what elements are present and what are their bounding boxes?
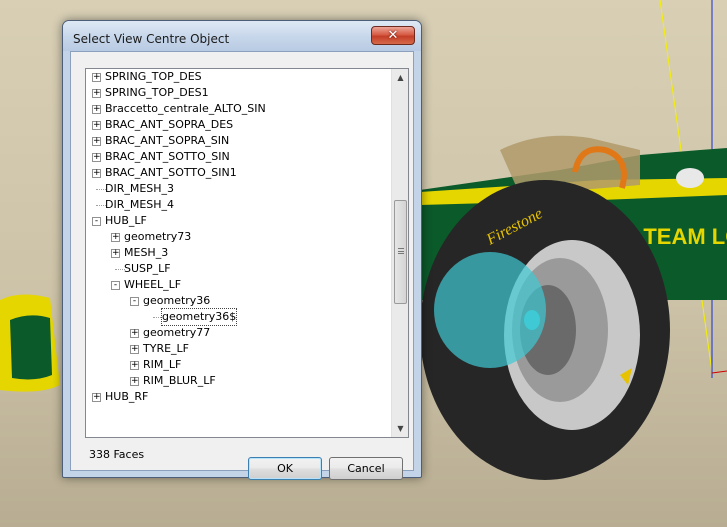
tree-item[interactable]: + MESH_3 [86, 245, 392, 261]
nose-green [10, 315, 52, 380]
tree-item[interactable]: + geometry77 [86, 325, 392, 341]
tree-item-label: BRAC_ANT_SOPRA_SIN [105, 134, 230, 147]
tree-item[interactable]: + BRAC_ANT_SOPRA_SIN [86, 133, 392, 149]
expand-icon[interactable]: + [92, 89, 101, 98]
scroll-up-button[interactable]: ▲ [392, 69, 408, 86]
tree-item-label: TYRE_LF [143, 342, 189, 355]
tree-item[interactable]: + BRAC_ANT_SOPRA_DES [86, 117, 392, 133]
expand-icon[interactable]: + [92, 153, 101, 162]
scroll-down-button[interactable]: ▼ [392, 420, 408, 437]
tree-item[interactable]: DIR_MESH_3 [86, 181, 392, 197]
expand-icon[interactable]: + [92, 137, 101, 146]
tree-item-label: HUB_LF [105, 214, 147, 227]
tree-item[interactable]: - HUB_LF [86, 213, 392, 229]
tree-item-label: SPRING_TOP_DES1 [105, 86, 209, 99]
sponsor-text: -TEAM LO [636, 224, 727, 249]
tree-item[interactable]: + Braccetto_centrale_ALTO_SIN [86, 101, 392, 117]
grip-icon [398, 248, 404, 254]
dialog-client-area: + SPRING_TOP_DES + SPRING_TOP_DES1 + Braccett… [70, 51, 414, 480]
axis-line-red [711, 370, 727, 374]
expand-icon[interactable]: + [92, 105, 101, 114]
collapse-icon[interactable]: - [130, 297, 139, 306]
ok-button[interactable]: OK [248, 457, 322, 480]
face-count: 338 Faces [89, 448, 145, 461]
mirror [676, 168, 704, 188]
expand-icon[interactable]: + [130, 329, 139, 338]
tree-item-label: DIR_MESH_4 [105, 198, 175, 211]
tree-item[interactable]: + BRAC_ANT_SOTTO_SIN [86, 149, 392, 165]
expand-icon[interactable]: + [130, 361, 139, 370]
expand-icon[interactable]: + [92, 121, 101, 130]
tree-item-label: BRAC_ANT_SOTTO_SIN1 [105, 166, 237, 179]
tree-items-container: + SPRING_TOP_DES + SPRING_TOP_DES1 + Braccett… [86, 69, 392, 437]
title-bar[interactable]: Select View Centre Object ✕ [63, 21, 421, 51]
tree-item-label: geometry36$ [160, 308, 238, 326]
tree-item-label: WHEEL_LF [124, 278, 182, 291]
close-button[interactable]: ✕ [371, 26, 415, 45]
tree-item[interactable]: + SPRING_TOP_DES1 [86, 85, 392, 101]
tree-item-label: geometry77 [143, 326, 211, 339]
expand-icon[interactable]: + [130, 345, 139, 354]
tree-item[interactable]: + RIM_LF [86, 357, 392, 373]
tree-item-label: SPRING_TOP_DES [105, 70, 202, 83]
expand-icon[interactable]: + [92, 73, 101, 82]
tree-item[interactable]: + RIM_BLUR_LF [86, 373, 392, 389]
tree-item-label: DIR_MESH_3 [105, 182, 175, 195]
tree-item-label: Braccetto_centrale_ALTO_SIN [105, 102, 266, 115]
tree-item-label: BRAC_ANT_SOPRA_DES [105, 118, 234, 131]
select-view-centre-dialog: Select View Centre Object ✕ + SPRING_TOP_… [62, 20, 422, 480]
tree-item-label: RIM_LF [143, 358, 182, 371]
tree-item-label: RIM_BLUR_LF [143, 374, 216, 387]
tree-item[interactable]: + geometry73 [86, 229, 392, 245]
collapse-icon[interactable]: - [111, 281, 120, 290]
tree-item-label: BRAC_ANT_SOTTO_SIN [105, 150, 230, 163]
object-tree[interactable]: + SPRING_TOP_DES + SPRING_TOP_DES1 + Braccett… [85, 68, 409, 438]
expand-icon[interactable]: + [130, 377, 139, 386]
tree-item-label: geometry36 [143, 294, 211, 307]
cancel-button[interactable]: Cancel [329, 457, 403, 480]
tree-item-label: MESH_3 [124, 246, 169, 259]
tree-item-label: SUSP_LF [124, 262, 171, 275]
tree-scrollbar[interactable]: ▲ ▼ [391, 69, 408, 437]
close-icon: ✕ [387, 28, 399, 43]
tree-item[interactable]: + TYRE_LF [86, 341, 392, 357]
tree-item[interactable]: + BRAC_ANT_SOTTO_SIN1 [86, 165, 392, 181]
collapse-icon[interactable]: - [92, 217, 101, 226]
arrow-down-icon: ▼ [397, 424, 404, 433]
expand-icon[interactable]: + [111, 249, 120, 258]
scroll-thumb[interactable] [394, 200, 407, 304]
expand-icon[interactable]: + [111, 233, 120, 242]
tree-item[interactable]: - WHEEL_LF [86, 277, 392, 293]
tree-item[interactable]: + HUB_RF [86, 389, 392, 405]
expand-icon[interactable]: + [92, 393, 101, 402]
window-title: Select View Centre Object [73, 32, 230, 46]
tree-item[interactable]: geometry36$ [86, 308, 392, 326]
tree-item[interactable]: + SPRING_TOP_DES [86, 69, 392, 85]
tree-item-label: HUB_RF [105, 390, 149, 403]
selection-highlight [434, 252, 546, 368]
tree-item[interactable]: - geometry36 [86, 293, 392, 309]
tree-item[interactable]: DIR_MESH_4 [86, 197, 392, 213]
tree-item-label: geometry73 [124, 230, 192, 243]
selection-center [524, 310, 540, 330]
tree-item[interactable]: SUSP_LF [86, 261, 392, 277]
arrow-up-icon: ▲ [397, 73, 404, 82]
expand-icon[interactable]: + [92, 169, 101, 178]
